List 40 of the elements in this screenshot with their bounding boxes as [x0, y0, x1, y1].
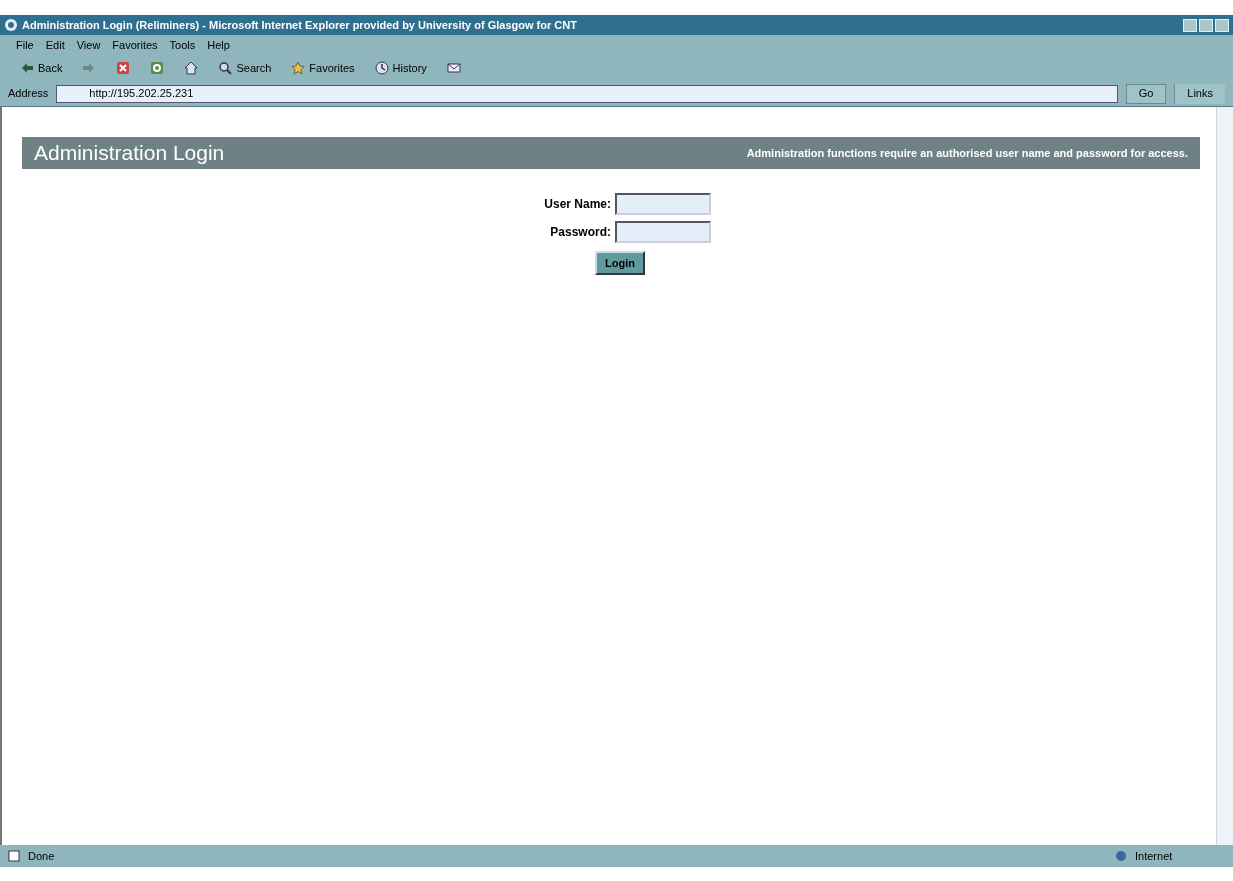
minimize-button[interactable]: [1183, 18, 1197, 32]
field-label: User Name:: [543, 196, 611, 213]
scrollbar[interactable]: [1216, 107, 1233, 845]
window-title: Administration Login (Reliminers) - Microsoft Internet Explorer provided by University of Glasgow for CNT: [22, 17, 577, 33]
access-note: Administration functions require an authorised user name and password for access.: [746, 145, 1188, 161]
star-icon: [291, 61, 306, 75]
maximize-button[interactable]: [1199, 18, 1213, 32]
envelope-icon: [446, 61, 461, 75]
address-label: Address: [8, 86, 49, 102]
back-arrow-icon: [20, 61, 34, 75]
address-field[interactable]: http://195.202.25.231: [56, 84, 1118, 103]
globe-icon: [1115, 850, 1127, 862]
menu-item[interactable]: Edit: [45, 36, 65, 54]
home-icon: [184, 61, 199, 75]
page-icon: [8, 850, 20, 862]
menu-item[interactable]: Favorites: [112, 36, 158, 54]
favorites-button[interactable]: Favorites: [287, 57, 359, 79]
back-button[interactable]: Back: [16, 57, 67, 79]
password-field[interactable]: [615, 221, 711, 243]
close-button[interactable]: [1215, 18, 1229, 32]
page-heading: Administration Login: [34, 140, 225, 167]
login-button[interactable]: Login: [595, 251, 645, 275]
username-field[interactable]: [615, 193, 711, 215]
menu-item[interactable]: View: [76, 36, 101, 54]
menu-item[interactable]: File: [16, 36, 34, 54]
menu-item[interactable]: Tools: [169, 36, 196, 54]
zone-text: Internet: [1135, 848, 1174, 864]
clock-icon: [374, 61, 389, 75]
search-icon: [218, 61, 233, 75]
menu-item[interactable]: Help: [207, 36, 230, 54]
browser-icon: [4, 18, 18, 32]
go-button[interactable]: Go: [1125, 83, 1167, 104]
history-button[interactable]: History: [370, 57, 431, 79]
forward-arrow-icon: [82, 61, 97, 75]
search-button[interactable]: Search: [214, 57, 276, 79]
refresh-icon: [150, 61, 165, 75]
stop-icon: [116, 61, 131, 75]
field-label: Password:: [549, 224, 611, 241]
status-text: Done: [28, 848, 55, 864]
links-button[interactable]: Links: [1174, 83, 1225, 104]
